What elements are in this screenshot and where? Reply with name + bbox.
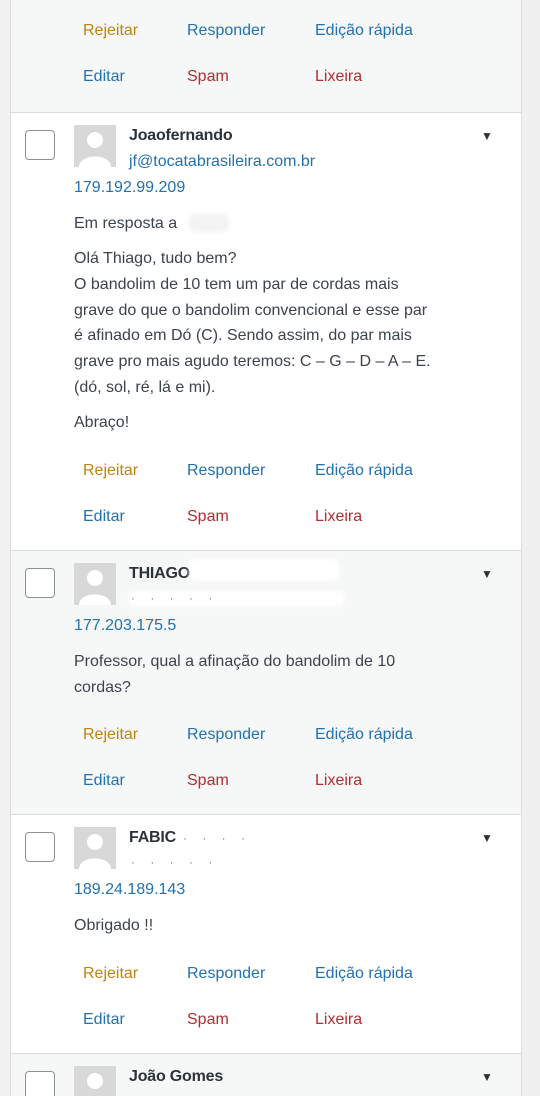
comment-row: Joaofernando jf@tocatabrasileira.com.br … (11, 112, 521, 551)
comment-closing: Abraço! (74, 414, 130, 431)
quick-edit-link[interactable]: Edição rápida (315, 965, 413, 983)
reply-link[interactable]: Responder (187, 726, 265, 744)
comment-row: FABIC · · · · · · · · · 189.24.189.143 ▼… (11, 814, 521, 1054)
reject-link[interactable]: Rejeitar (83, 462, 138, 480)
comment-row-partial: Rejeitar Responder Edição rápida Editar … (11, 0, 521, 112)
edit-link[interactable]: Editar (83, 508, 125, 526)
comment-row: THIAGO · · · · · 177.203.175.5 ▼ Profess… (11, 550, 521, 815)
avatar (74, 125, 116, 167)
toggle-menu-icon[interactable]: ▼ (481, 831, 493, 845)
quick-edit-link[interactable]: Edição rápida (315, 726, 413, 744)
comment-author: FABIC (129, 829, 177, 846)
spam-link[interactable]: Spam (187, 68, 229, 86)
redacted-area (189, 559, 339, 581)
comment-checkbox[interactable] (25, 832, 55, 862)
avatar (74, 1066, 116, 1096)
avatar (74, 827, 116, 869)
comment-author: João Gomes (129, 1068, 224, 1085)
spam-link[interactable]: Spam (187, 772, 229, 790)
comments-list: Rejeitar Responder Edição rápida Editar … (10, 0, 522, 1096)
toggle-menu-icon[interactable]: ▼ (481, 1070, 493, 1084)
author-email-link[interactable]: jf@tocatabrasileira.com.br (129, 153, 315, 171)
comment-text: Professor, qual a afinação do bandolim d… (74, 653, 396, 696)
redacted-dots: · · · · · (131, 591, 219, 605)
avatar (74, 563, 116, 605)
edit-link[interactable]: Editar (83, 68, 125, 86)
edit-link[interactable]: Editar (83, 1011, 125, 1029)
redacted-dots: · · · · · (131, 855, 219, 869)
reject-link[interactable]: Rejeitar (83, 726, 138, 744)
edit-link[interactable]: Editar (83, 772, 125, 790)
toggle-menu-icon[interactable]: ▼ (481, 567, 493, 581)
reply-link[interactable]: Responder (187, 462, 265, 480)
reply-link[interactable]: Responder (187, 965, 265, 983)
spam-link[interactable]: Spam (187, 1011, 229, 1029)
comment-checkbox[interactable] (25, 1071, 55, 1096)
comment-author: THIAGO (129, 565, 191, 582)
reject-link[interactable]: Rejeitar (83, 22, 138, 40)
in-reply-to: Em resposta a (74, 215, 178, 232)
redacted-area (189, 214, 229, 232)
trash-link[interactable]: Lixeira (315, 1011, 362, 1029)
comment-row: João Gomes ▼ (11, 1053, 521, 1096)
trash-link[interactable]: Lixeira (315, 68, 362, 86)
trash-link[interactable]: Lixeira (315, 508, 362, 526)
quick-edit-link[interactable]: Edição rápida (315, 462, 413, 480)
spam-link[interactable]: Spam (187, 508, 229, 526)
comment-author: Joaofernando (129, 127, 233, 144)
quick-edit-link[interactable]: Edição rápida (315, 22, 413, 40)
comment-text: Obrigado !! (74, 917, 154, 934)
comment-text: Olá Thiago, tudo bem? O bandolim de 10 t… (74, 250, 431, 396)
comment-checkbox[interactable] (25, 568, 55, 598)
redacted-dots: · · · · (183, 831, 251, 845)
trash-link[interactable]: Lixeira (315, 772, 362, 790)
reply-link[interactable]: Responder (187, 22, 265, 40)
toggle-menu-icon[interactable]: ▼ (481, 129, 493, 143)
author-ip-link[interactable]: 179.192.99.209 (74, 179, 185, 197)
author-ip-link[interactable]: 189.24.189.143 (74, 881, 185, 899)
comment-checkbox[interactable] (25, 130, 55, 160)
author-ip-link[interactable]: 177.203.175.5 (74, 617, 176, 635)
scrollbar-track[interactable] (521, 0, 540, 1096)
reject-link[interactable]: Rejeitar (83, 965, 138, 983)
